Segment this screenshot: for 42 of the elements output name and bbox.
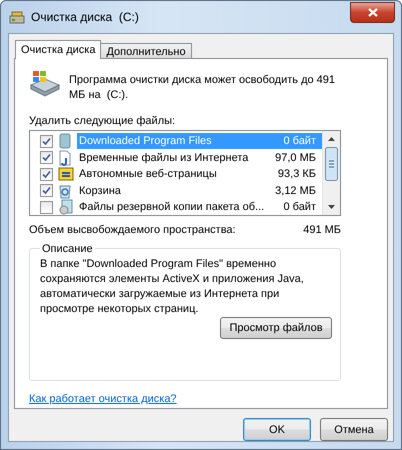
checkbox[interactable] xyxy=(40,184,53,198)
checkbox[interactable] xyxy=(40,168,53,181)
file-name: Корзина xyxy=(79,184,122,197)
file-name: Временные файлы из Интернета xyxy=(79,152,250,164)
close-button[interactable] xyxy=(350,2,395,22)
file-size: 93,3 КБ xyxy=(278,168,316,180)
file-size: 0 байт xyxy=(283,201,316,214)
file-row[interactable]: Корзина 3,12 МБ xyxy=(77,182,322,199)
file-name: Автономные веб-страницы xyxy=(79,168,218,180)
document-icon xyxy=(58,150,72,166)
window-title: Очистка диска (C:) xyxy=(31,10,140,24)
tab[interactable]: Дополнительно xyxy=(100,42,192,58)
total-value: 491 МБ xyxy=(303,224,341,236)
help-link[interactable]: Как работает очистка диска? xyxy=(29,392,177,405)
dialog-button[interactable]: Отмена xyxy=(320,418,388,441)
description-text: В папке "Downloaded Program Files" временно сохраняются элементы ActiveX и приложения Java, автоматически загружаемые из Интернета при просмотре некоторых страниц. xyxy=(40,256,305,317)
file-name: Файлы резервной копии пакета об... xyxy=(79,201,266,214)
close-icon xyxy=(368,8,378,16)
tab[interactable]: Очистка диска xyxy=(15,40,102,59)
intro-text: Программа очистки диска может освободить до 491 МБ на (C:). xyxy=(69,72,336,103)
total-label: Объем высвобождаемого пространства: xyxy=(29,224,237,236)
file-size: 0 байт xyxy=(283,135,316,148)
file-row[interactable]: Автономные веб-страницы 93,3 КБ xyxy=(77,166,322,182)
files-label: Удалить следующие файлы: xyxy=(29,114,176,127)
web-page-icon xyxy=(58,166,74,182)
scrollbar[interactable] xyxy=(322,130,340,215)
file-size: 97,0 МБ xyxy=(275,152,316,164)
checkbox[interactable] xyxy=(40,151,53,164)
file-size: 3,12 МБ xyxy=(275,184,316,197)
checkbox[interactable] xyxy=(40,200,53,214)
recycle-bin-icon xyxy=(58,182,72,199)
disk-cleanup-icon xyxy=(9,10,25,24)
drive-icon xyxy=(29,68,61,97)
file-row[interactable]: Файлы резервной копии пакета об... 0 байт xyxy=(77,199,322,215)
group-title: Описание xyxy=(41,242,94,255)
view-files-button[interactable]: Просмотр файлов xyxy=(220,316,332,339)
file-name: Downloaded Program Files xyxy=(79,135,213,148)
scroll-thumb[interactable] xyxy=(325,146,338,181)
dialog-button[interactable]: OK xyxy=(243,418,311,441)
file-row[interactable]: Временные файлы из Интернета 97,0 МБ xyxy=(77,150,322,166)
folder-icon xyxy=(58,133,72,150)
checkbox[interactable] xyxy=(40,134,53,148)
